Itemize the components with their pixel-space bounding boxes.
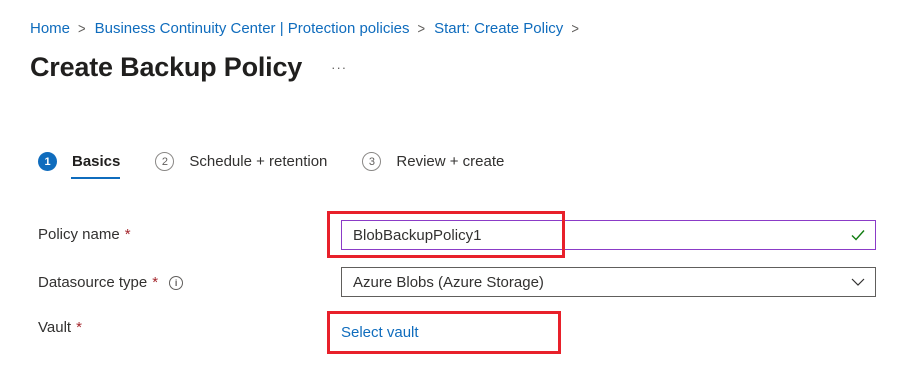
tab-review-create[interactable]: 3 Review + create bbox=[362, 152, 504, 179]
tab-schedule-retention[interactable]: 2 Schedule + retention bbox=[155, 152, 327, 179]
required-mark: * bbox=[124, 226, 131, 243]
vault-label: Vault * bbox=[38, 319, 82, 336]
breadcrumb: Home > Business Continuity Center | Prot… bbox=[30, 20, 588, 37]
tab-label: Review + create bbox=[396, 153, 505, 170]
select-vault-link[interactable]: Select vault bbox=[341, 324, 419, 341]
datasource-type-select[interactable]: Azure Blobs (Azure Storage) bbox=[341, 267, 876, 297]
chevron-right-icon: > bbox=[571, 19, 579, 38]
step-number-badge: 3 bbox=[362, 152, 382, 171]
field-label-text: Vault bbox=[38, 319, 72, 336]
breadcrumb-start-create-policy[interactable]: Start: Create Policy bbox=[434, 20, 563, 37]
policy-name-value[interactable]: BlobBackupPolicy1 bbox=[353, 227, 851, 244]
field-label-text: Datasource type bbox=[38, 274, 148, 291]
datasource-type-label: Datasource type * i bbox=[38, 274, 184, 291]
more-horizontal-icon[interactable]: ··· bbox=[331, 60, 347, 75]
tab-label: Basics bbox=[72, 153, 121, 170]
title-row: Create Backup Policy ··· bbox=[30, 52, 347, 83]
datasource-type-value[interactable]: Azure Blobs (Azure Storage) bbox=[353, 274, 851, 291]
chevron-right-icon: > bbox=[78, 19, 86, 38]
required-mark: * bbox=[76, 319, 82, 336]
info-icon[interactable]: i bbox=[169, 275, 184, 290]
policy-name-label: Policy name * bbox=[38, 226, 131, 243]
breadcrumb-home[interactable]: Home bbox=[30, 20, 70, 37]
step-number-badge: 1 bbox=[38, 152, 57, 171]
page-title: Create Backup Policy bbox=[30, 52, 303, 82]
policy-name-input[interactable]: BlobBackupPolicy1 bbox=[341, 220, 876, 250]
required-mark: * bbox=[152, 274, 159, 291]
tab-label: Schedule + retention bbox=[189, 153, 328, 170]
field-label-text: Policy name bbox=[38, 226, 120, 243]
step-number-badge: 2 bbox=[155, 152, 175, 171]
breadcrumb-protection-policies[interactable]: Business Continuity Center | Protection … bbox=[95, 20, 410, 37]
chevron-right-icon: > bbox=[417, 19, 426, 38]
tab-basics[interactable]: 1 Basics bbox=[38, 152, 121, 179]
chevron-down-icon[interactable] bbox=[851, 278, 865, 286]
checkmark-icon bbox=[851, 229, 865, 241]
wizard-tabs: 1 Basics 2 Schedule + retention 3 Review… bbox=[38, 152, 539, 179]
